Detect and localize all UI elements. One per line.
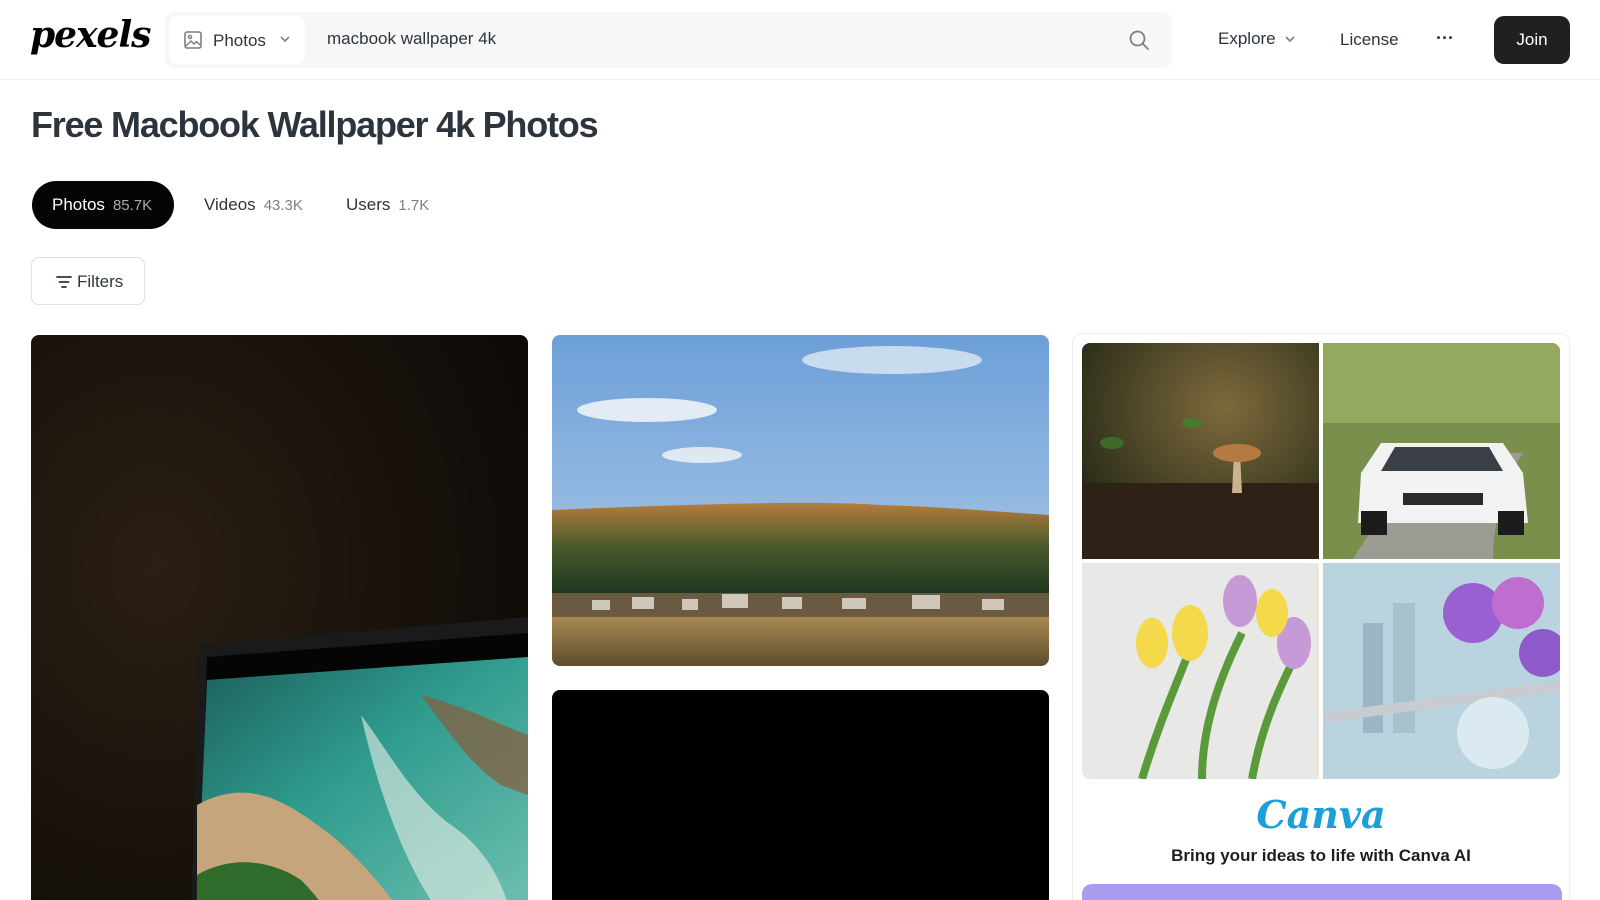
ad-image-mushroom xyxy=(1082,343,1319,559)
top-header: pexels Photos macbook wallpaper 4k Explo… xyxy=(0,0,1600,80)
pexels-logo[interactable]: pexels xyxy=(30,14,151,56)
ad-image-car xyxy=(1323,343,1560,559)
tab-photos[interactable]: Photos 85.7K xyxy=(32,181,174,229)
photo-image xyxy=(31,335,528,900)
photo-forest-landscape[interactable] xyxy=(552,335,1049,666)
nav-license[interactable]: License xyxy=(1340,30,1399,50)
image-icon xyxy=(184,31,202,49)
search-input[interactable]: macbook wallpaper 4k xyxy=(327,29,496,49)
search-icon[interactable] xyxy=(1127,28,1151,52)
filters-label: Filters xyxy=(77,272,124,291)
ad-image-flowers xyxy=(1323,563,1560,779)
ad-image-tulips xyxy=(1082,563,1319,779)
tab-label: Users xyxy=(346,195,391,214)
filter-icon xyxy=(56,276,72,288)
search-bar: Photos macbook wallpaper 4k xyxy=(165,12,1172,68)
nav-explore[interactable]: Explore xyxy=(1218,29,1276,49)
tab-count: 43.3K xyxy=(263,196,303,214)
search-type-label: Photos xyxy=(213,31,266,50)
tab-videos[interactable]: Videos 43.3K xyxy=(184,181,320,229)
photo-image xyxy=(552,335,1049,666)
photo-laptop-wallpaper[interactable] xyxy=(31,335,528,900)
more-icon[interactable]: ··· xyxy=(1436,28,1454,49)
photo-dark[interactable] xyxy=(552,690,1049,900)
canva-ad-card[interactable]: Canva Bring your ideas to life with Canv… xyxy=(1072,333,1570,900)
tab-users[interactable]: Users 1.7K xyxy=(326,181,446,229)
chevron-down-icon[interactable] xyxy=(1284,33,1296,45)
ad-cta-button[interactable] xyxy=(1082,884,1562,900)
tab-label: Photos xyxy=(52,195,105,214)
ad-tagline: Bring your ideas to life with Canva AI xyxy=(1171,846,1471,865)
search-type-dropdown[interactable]: Photos xyxy=(169,16,305,64)
tab-label: Videos xyxy=(204,195,256,214)
join-button[interactable]: Join xyxy=(1494,16,1570,64)
chevron-down-icon xyxy=(280,36,290,43)
page-title: Free Macbook Wallpaper 4k Photos xyxy=(31,104,599,145)
tab-count: 1.7K xyxy=(398,196,430,214)
canva-logo: Canva xyxy=(1256,792,1386,837)
tab-count: 85.7K xyxy=(112,196,153,214)
filters-button[interactable]: Filters xyxy=(31,257,145,305)
